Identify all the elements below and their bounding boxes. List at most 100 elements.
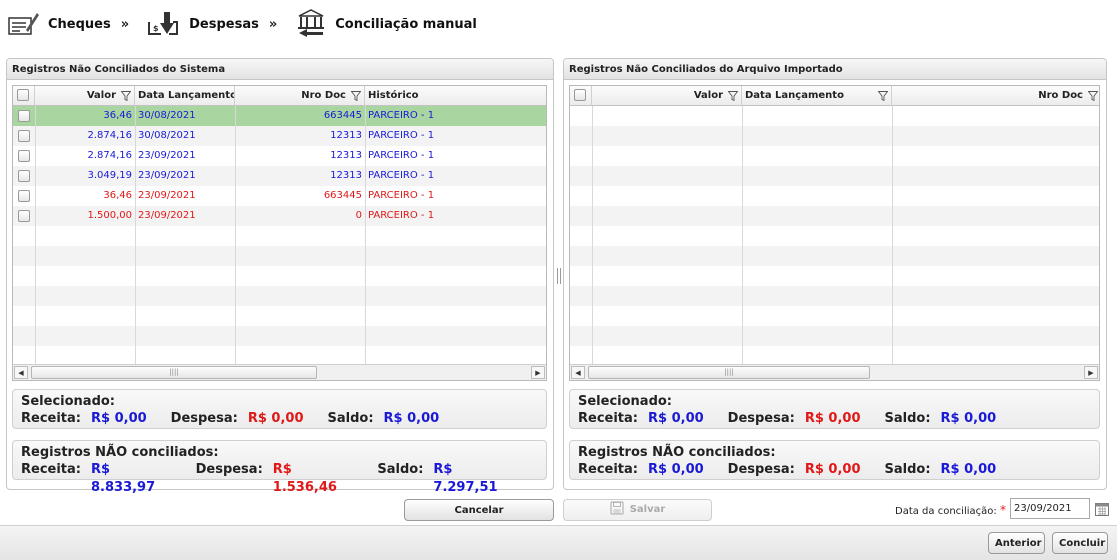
row-checkbox[interactable] [18, 110, 30, 122]
row-checkbox[interactable] [18, 210, 30, 222]
cell-valor: 1.500,00 [87, 210, 132, 221]
summary-line: Receita: R$ 0,00 Despesa: R$ 0,00 Saldo:… [578, 410, 1091, 428]
select-all-cell [570, 86, 592, 106]
filter-icon[interactable] [351, 91, 361, 101]
column-header-valor[interactable]: Valor [592, 86, 742, 106]
table-row[interactable]: 3.049,19 23/09/2021 12313 PARCEIRO - 1 [13, 166, 546, 186]
row-checkbox[interactable] [18, 190, 30, 202]
cell-hist: PARCEIRO - 1 [368, 210, 435, 221]
empty-row [570, 326, 1099, 346]
despesa-value: R$ 0,00 [804, 411, 861, 426]
save-label: Salvar [629, 504, 666, 515]
cancel-button[interactable]: Cancelar [404, 499, 554, 521]
crumb-cheques[interactable]: Cheques [8, 10, 111, 38]
column-header-valor[interactable]: Valor [35, 86, 135, 106]
filter-icon[interactable] [121, 91, 131, 101]
imported-records-panel: Registros Não Conciliados do Arquivo Imp… [563, 58, 1107, 490]
column-header-nro-doc[interactable]: Nro Doc [235, 86, 365, 106]
saldo-label: Saldo: [377, 462, 424, 477]
empty-row [570, 206, 1099, 226]
breadcrumb-separator: » [120, 16, 130, 32]
grid-header: Valor Data Lançamento Nro Doc Histórico [13, 86, 546, 106]
despesa-label: Despesa: [170, 411, 238, 426]
column-header-data[interactable]: Data Lançamento [742, 86, 892, 106]
scroll-left-button[interactable]: ◀ [571, 366, 585, 379]
table-row[interactable]: 36,46 23/09/2021 663445 PARCEIRO - 1 [13, 186, 546, 206]
selected-summary: Selecionado: Receita: R$ 0,00 Despesa: R… [12, 389, 547, 429]
select-all-checkbox[interactable] [17, 89, 29, 101]
scroll-right-button[interactable]: ▶ [1084, 366, 1098, 379]
breadcrumb: Cheques » $ Despesas » Conciliação manua… [8, 8, 487, 40]
cell-hist: PARCEIRO - 1 [368, 170, 435, 181]
footer-bar: Anterior Concluir [0, 525, 1117, 560]
row-checkbox[interactable] [18, 150, 30, 162]
crumb-conciliacao[interactable]: Conciliação manual [295, 9, 477, 39]
column-header-data[interactable]: Data Lançamento [135, 86, 235, 106]
empty-row [13, 346, 546, 366]
panel-title: Registros Não Conciliados do Sistema [7, 59, 553, 80]
horizontal-scrollbar[interactable]: ◀ |||| ▶ [570, 364, 1099, 380]
calendar-icon[interactable] [1095, 502, 1109, 516]
receita-value: R$ 0,00 [648, 411, 704, 426]
empty-row [13, 246, 546, 266]
panel-splitter-handle[interactable] [557, 268, 561, 284]
receita-value: R$ 8.833,97 [91, 462, 156, 495]
table-row[interactable]: 2.874,16 23/09/2021 12313 PARCEIRO - 1 [13, 146, 546, 166]
cell-hist: PARCEIRO - 1 [368, 130, 435, 141]
crumb-despesas[interactable]: $ Despesas [147, 10, 259, 38]
saldo-label: Saldo: [884, 411, 931, 426]
filter-icon[interactable] [1088, 91, 1098, 101]
scrollbar-thumb[interactable]: |||| [31, 366, 317, 379]
cell-nro: 663445 [323, 190, 362, 201]
cell-data: 30/08/2021 [138, 130, 196, 141]
row-checkbox[interactable] [18, 170, 30, 182]
empty-row [13, 326, 546, 346]
filter-icon[interactable] [878, 91, 888, 101]
reconciliation-date-input[interactable]: 23/09/2021 [1010, 498, 1090, 519]
previous-button[interactable]: Anterior [988, 532, 1045, 554]
receita-label: Receita: [578, 462, 638, 477]
system-records-panel: Registros Não Conciliados do Sistema Val… [6, 58, 554, 495]
svg-text:$: $ [153, 24, 159, 33]
save-button[interactable]: Salvar [563, 499, 712, 521]
receita-value: R$ 0,00 [648, 462, 704, 477]
despesa-label: Despesa: [195, 462, 263, 477]
date-label-text: Data da conciliação: [895, 506, 997, 517]
finish-button[interactable]: Concluir [1052, 532, 1108, 554]
cell-valor: 36,46 [103, 190, 132, 201]
not-reconciled-summary: Registros NÃO conciliados: Receita: R$ 8… [12, 440, 547, 495]
empty-row [13, 306, 546, 326]
cell-data: 23/09/2021 [138, 170, 196, 181]
empty-row [570, 266, 1099, 286]
horizontal-scrollbar[interactable]: ◀ |||| ▶ [13, 364, 546, 380]
table-row[interactable]: 1.500,00 23/09/2021 0 PARCEIRO - 1 [13, 206, 546, 226]
column-label: Nro Doc [1038, 90, 1083, 101]
select-all-checkbox[interactable] [574, 89, 586, 101]
cell-valor: 2.874,16 [87, 150, 132, 161]
scrollbar-thumb[interactable]: |||| [588, 366, 870, 379]
cell-hist: PARCEIRO - 1 [368, 110, 435, 121]
row-checkbox[interactable] [18, 130, 30, 142]
crumb-label: Despesas [189, 16, 259, 32]
required-asterisk-icon: * [999, 503, 1006, 517]
cell-data: 23/09/2021 [138, 210, 196, 221]
date-label: Data da conciliação: * [895, 503, 1006, 517]
saldo-value: R$ 0,00 [383, 411, 440, 426]
column-label: Valor [86, 90, 116, 101]
summary-title: Registros NÃO conciliados: [21, 445, 219, 460]
system-records-grid: Valor Data Lançamento Nro Doc Histórico … [12, 85, 547, 381]
summary-title: Selecionado: [578, 394, 673, 409]
column-header-historico[interactable]: Histórico [365, 86, 546, 106]
filter-icon[interactable] [728, 91, 738, 101]
scroll-right-button[interactable]: ▶ [531, 366, 545, 379]
cell-data: 30/08/2021 [138, 110, 196, 121]
table-row[interactable]: 2.874,16 30/08/2021 12313 PARCEIRO - 1 [13, 126, 546, 146]
cell-valor: 36,46 [103, 110, 132, 121]
empty-row [570, 226, 1099, 246]
scroll-left-button[interactable]: ◀ [14, 366, 28, 379]
cell-nro: 663445 [323, 110, 362, 121]
table-row[interactable]: 36,46 30/08/2021 663445 PARCEIRO - 1 [13, 106, 546, 126]
column-header-nro-doc[interactable]: Nro Doc [892, 86, 1099, 106]
cell-data: 23/09/2021 [138, 150, 196, 161]
receita-label: Receita: [578, 411, 638, 426]
